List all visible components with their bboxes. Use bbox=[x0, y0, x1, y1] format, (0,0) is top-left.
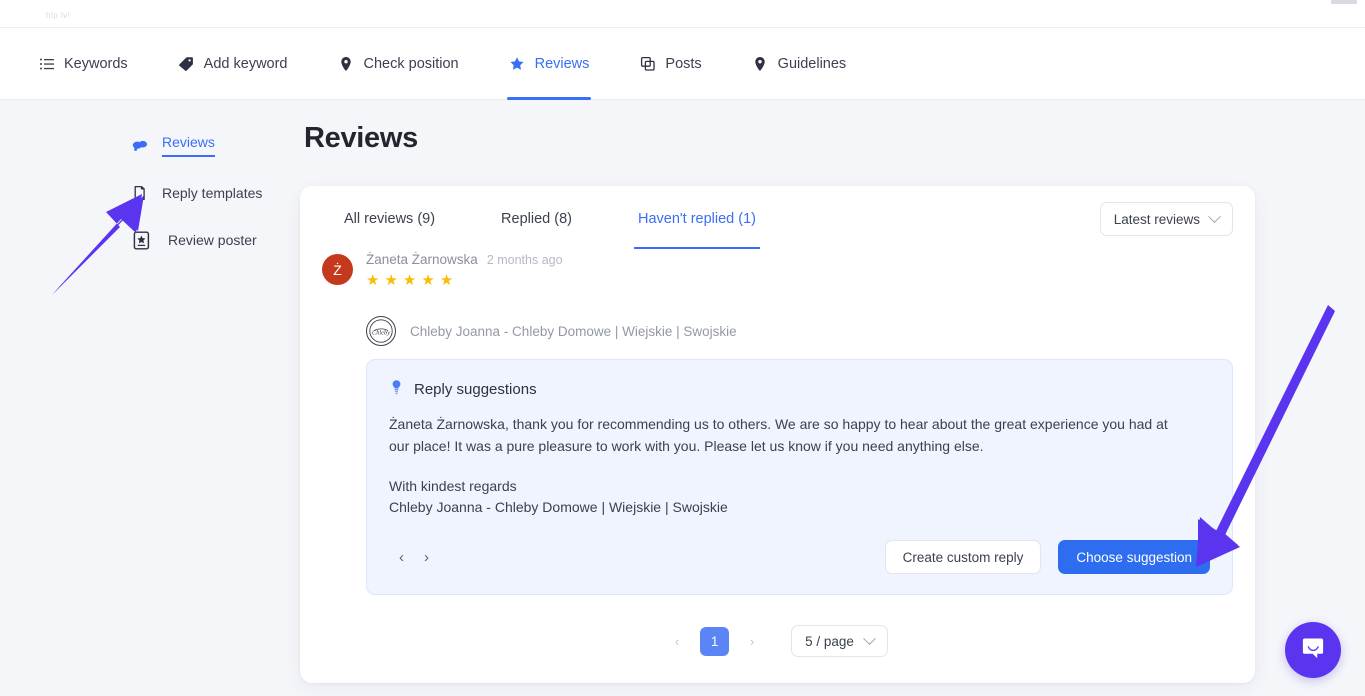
sidebar-item-label: Review poster bbox=[168, 232, 257, 248]
chevron-down-icon bbox=[863, 632, 876, 645]
nav-item-posts[interactable]: Posts bbox=[623, 28, 717, 100]
business-logo: Chleby bbox=[366, 316, 396, 346]
top-strip-ghost-text: hlp lv! bbox=[46, 11, 71, 20]
reviews-tabs: All reviews (9) Replied (8) Haven't repl… bbox=[300, 186, 1255, 252]
tab-havent-replied[interactable]: Haven't replied (1) bbox=[633, 189, 761, 249]
suggestion-signature: Chleby Joanna - Chleby Domowe | Wiejskie… bbox=[389, 499, 728, 516]
main-content: Reviews All reviews (9) Replied (8) Have… bbox=[300, 122, 1365, 696]
next-suggestion-button[interactable]: › bbox=[424, 550, 429, 565]
suggestion-sign-off: With kindest regards bbox=[389, 478, 517, 495]
page-size-label: 5 / page bbox=[805, 633, 854, 649]
reply-suggestions-header: Reply suggestions bbox=[389, 379, 1210, 399]
copy-icon bbox=[639, 55, 656, 72]
nav-item-guidelines[interactable]: Guidelines bbox=[736, 28, 863, 100]
nav-item-label: Keywords bbox=[64, 55, 128, 72]
sidebar-item-review-poster[interactable]: Review poster bbox=[130, 229, 257, 251]
reviews-icon bbox=[130, 136, 150, 156]
star-icon: ★ bbox=[439, 272, 454, 289]
tab-replied[interactable]: Replied (8) bbox=[499, 189, 574, 249]
svg-text:Chleby: Chleby bbox=[372, 330, 390, 337]
rating-stars: ★ ★ ★ ★ ★ bbox=[366, 273, 563, 288]
map-pin-icon bbox=[752, 55, 769, 72]
choose-suggestion-button[interactable]: Choose suggestion bbox=[1058, 540, 1210, 575]
lightbulb-icon bbox=[389, 379, 404, 399]
chevron-down-icon bbox=[1208, 209, 1221, 223]
star-icon: ★ bbox=[384, 272, 398, 289]
template-icon bbox=[130, 183, 150, 203]
nav-item-label: Check position bbox=[363, 55, 459, 72]
list-icon bbox=[38, 55, 55, 72]
pagination-prev-button[interactable]: ‹ bbox=[667, 634, 687, 649]
tag-icon bbox=[178, 55, 195, 72]
main-navigation: Keywords Add keyword Check position Revi… bbox=[0, 28, 1365, 100]
business-row: Chleby Chleby Joanna - Chleby Domowe | W… bbox=[366, 316, 1233, 346]
reply-suggestion-panel: Reply suggestions Żaneta Żarnowska, than… bbox=[366, 359, 1233, 596]
chat-widget-button[interactable] bbox=[1285, 622, 1341, 678]
suggestion-actions: ‹ › Create custom reply Choose suggestio… bbox=[389, 540, 1210, 575]
nav-item-label: Posts bbox=[665, 55, 702, 72]
reviewer-row: Ż Żaneta Żarnowska 2 months ago ★ ★ ★ ★ … bbox=[322, 252, 1233, 288]
previous-suggestion-button[interactable]: ‹ bbox=[399, 550, 404, 565]
nav-item-reviews[interactable]: Reviews bbox=[493, 28, 606, 100]
business-name: Chleby Joanna - Chleby Domowe | Wiejskie… bbox=[410, 323, 737, 339]
sidebar-item-label: Reviews bbox=[162, 134, 215, 157]
secondary-sidebar: Reviews Reply templates Review poster bbox=[0, 122, 300, 696]
map-pin-icon bbox=[338, 55, 355, 72]
pagination: ‹ 1 › 5 / page bbox=[322, 625, 1233, 658]
pagination-next-button[interactable]: › bbox=[742, 634, 762, 649]
sidebar-item-reviews[interactable]: Reviews bbox=[130, 134, 215, 157]
page-body: Reviews Reply templates Review poster Re… bbox=[0, 100, 1365, 696]
top-strip: hlp lv! bbox=[0, 0, 1365, 28]
tab-all-reviews[interactable]: All reviews (9) bbox=[342, 189, 437, 249]
star-icon: ★ bbox=[402, 272, 417, 289]
sort-select[interactable]: Latest reviews bbox=[1099, 202, 1233, 236]
nav-item-label: Add keyword bbox=[203, 55, 288, 72]
top-strip-right-marker bbox=[1331, 0, 1357, 4]
nav-item-add-keyword[interactable]: Add keyword bbox=[162, 28, 304, 100]
suggestion-signature-block: With kindest regards Chleby Joanna - Chl… bbox=[389, 476, 1210, 518]
suggestion-carousel-controls: ‹ › bbox=[389, 550, 429, 565]
pagination-page-1[interactable]: 1 bbox=[700, 626, 730, 656]
page-size-select[interactable]: 5 / page bbox=[791, 625, 888, 658]
nav-item-label: Reviews bbox=[534, 55, 590, 72]
star-icon: ★ bbox=[366, 272, 380, 289]
nav-item-check-position[interactable]: Check position bbox=[322, 28, 475, 100]
nav-item-label: Guidelines bbox=[777, 55, 847, 72]
sidebar-item-reply-templates[interactable]: Reply templates bbox=[130, 183, 262, 203]
reviewer-name: Żaneta Żarnowska bbox=[366, 252, 478, 267]
create-custom-reply-button[interactable]: Create custom reply bbox=[884, 540, 1042, 575]
reviewer-name-line: Żaneta Żarnowska 2 months ago bbox=[366, 252, 563, 267]
reviews-card: All reviews (9) Replied (8) Haven't repl… bbox=[300, 186, 1255, 684]
sidebar-item-label: Reply templates bbox=[162, 185, 263, 201]
reply-suggestions-title: Reply suggestions bbox=[414, 380, 537, 398]
chat-bubble-icon bbox=[1298, 633, 1328, 668]
reviewer-info: Żaneta Żarnowska 2 months ago ★ ★ ★ ★ ★ bbox=[366, 252, 563, 288]
sort-select-label: Latest reviews bbox=[1113, 211, 1200, 227]
star-icon bbox=[509, 55, 526, 72]
review-item: Ż Żaneta Żarnowska 2 months ago ★ ★ ★ ★ … bbox=[300, 252, 1255, 658]
avatar: Ż bbox=[322, 254, 353, 285]
poster-icon bbox=[130, 229, 152, 251]
nav-item-keywords[interactable]: Keywords bbox=[30, 28, 144, 100]
suggestion-body-text: Żaneta Żarnowska, thank you for recommen… bbox=[389, 416, 1168, 454]
star-icon: ★ bbox=[421, 272, 435, 289]
review-timestamp: 2 months ago bbox=[486, 253, 563, 267]
page-title: Reviews bbox=[304, 122, 418, 154]
